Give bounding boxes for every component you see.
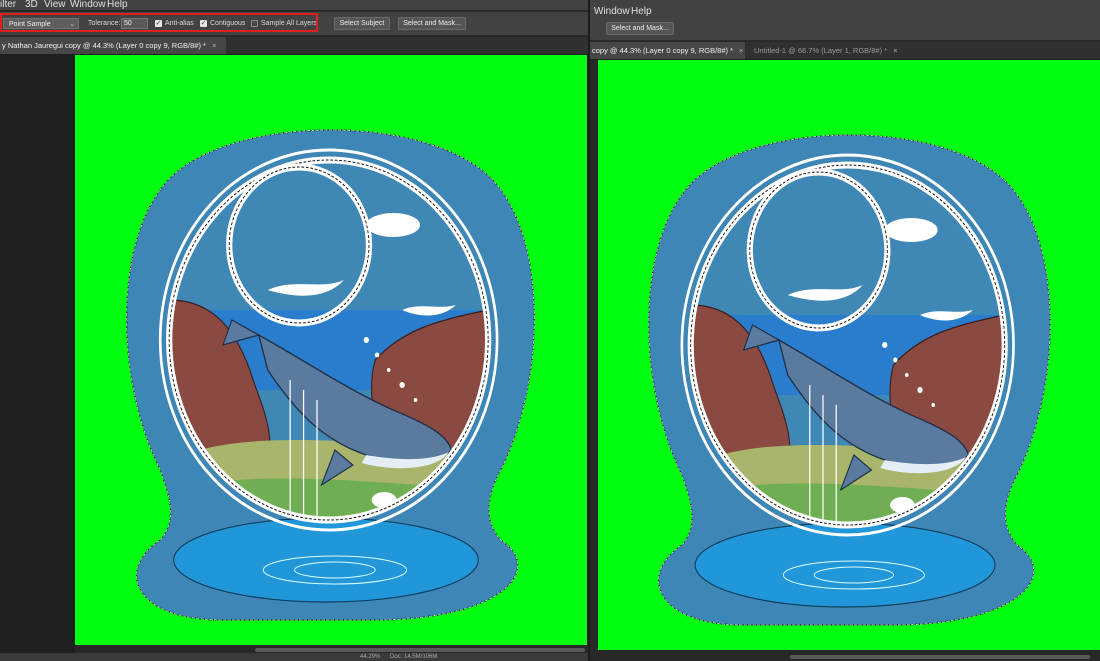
- close-icon[interactable]: ×: [212, 41, 216, 50]
- left-window: ilter 3D View Window Help Point Sample ⌄ …: [0, 0, 588, 661]
- tab-document-active[interactable]: copy @ 44.3% (Layer 0 copy 9, RGB/8#) * ×: [590, 42, 745, 59]
- canvas-area-right[interactable]: [590, 60, 1100, 653]
- select-and-mask-button-right[interactable]: Select and Mask...: [606, 22, 674, 35]
- menu-bar-right: Window Help: [590, 0, 1100, 17]
- menu-help[interactable]: Help: [107, 0, 128, 10]
- document-canvas-right[interactable]: [598, 60, 1100, 650]
- horizontal-scrollbar[interactable]: [255, 648, 585, 652]
- document-canvas[interactable]: [75, 55, 587, 645]
- doc-size-readout: Doc: 14.5M/106M: [390, 654, 438, 660]
- canvas-pasteboard: [0, 55, 75, 653]
- menu-view[interactable]: View: [44, 0, 66, 10]
- menu-filter[interactable]: ilter: [0, 0, 16, 10]
- select-and-mask-button[interactable]: Select and Mask...: [398, 17, 466, 30]
- red-annotation-box: [0, 13, 318, 32]
- menu-3d[interactable]: 3D: [25, 0, 38, 10]
- canvas-area[interactable]: [0, 55, 588, 653]
- tab-untitled[interactable]: Untitled-1 @ 66.7% (Layer 1, RGB/8#) * ×: [752, 42, 912, 59]
- right-window: Window Help Select and Mask... copy @ 44…: [588, 0, 1100, 661]
- close-icon[interactable]: ×: [893, 46, 897, 55]
- menu-bar: ilter 3D View Window Help: [0, 0, 588, 10]
- tab-document[interactable]: y Nathan Jauregui copy @ 44.3% (Layer 0 …: [0, 37, 226, 54]
- menu-window[interactable]: Window: [70, 0, 106, 10]
- tab-title: copy @ 44.3% (Layer 0 copy 9, RGB/8#) *: [592, 46, 734, 55]
- close-icon[interactable]: ×: [739, 46, 743, 55]
- horizontal-scrollbar-right[interactable]: [790, 655, 1090, 659]
- select-subject-button[interactable]: Select Subject: [334, 17, 390, 30]
- tab-title: Untitled-1 @ 66.7% (Layer 1, RGB/8#) *: [754, 46, 888, 55]
- status-bar: 44.29% Doc: 14.5M/106M: [0, 653, 588, 661]
- document-tabs: y Nathan Jauregui copy @ 44.3% (Layer 0 …: [0, 37, 588, 55]
- zoom-readout: 44.29%: [360, 654, 381, 660]
- options-bar-right: Select and Mask...: [590, 16, 1100, 41]
- tab-title: y Nathan Jauregui copy @ 44.3% (Layer 0 …: [2, 41, 206, 50]
- document-tabs-right: copy @ 44.3% (Layer 0 copy 9, RGB/8#) * ×…: [590, 42, 1100, 60]
